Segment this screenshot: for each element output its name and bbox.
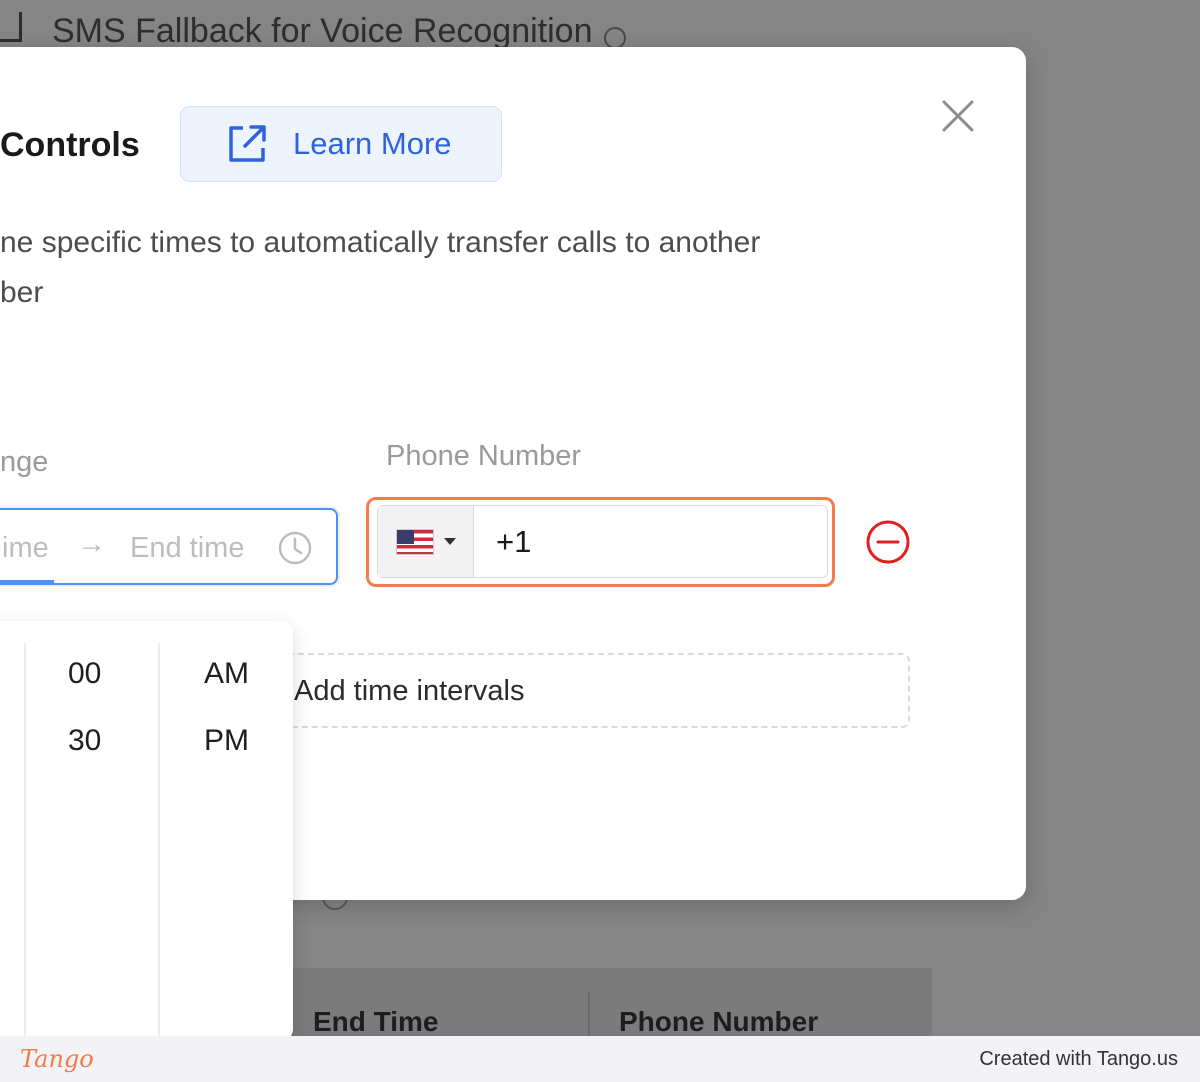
background-column-phone-number: Phone Number bbox=[619, 1006, 819, 1037]
close-icon bbox=[942, 100, 974, 132]
tango-footer: Tango Created with Tango.us bbox=[0, 1036, 1200, 1082]
phone-number-value[interactable]: +1 bbox=[474, 524, 531, 560]
external-link-icon bbox=[229, 125, 266, 162]
background-page-header: SMS Fallback for Voice Recognition bbox=[0, 11, 627, 51]
time-range-label: nge bbox=[0, 446, 49, 478]
info-icon bbox=[604, 26, 627, 49]
minute-option-00[interactable]: 00 bbox=[68, 657, 101, 691]
picker-column-divider bbox=[24, 643, 26, 1043]
learn-more-label: Learn More bbox=[293, 126, 452, 161]
add-time-intervals-label: Add time intervals bbox=[294, 675, 525, 707]
learn-more-button[interactable]: Learn More bbox=[180, 106, 502, 182]
add-time-intervals-button[interactable]: Add time intervals bbox=[240, 653, 910, 728]
country-code-select[interactable] bbox=[378, 506, 474, 577]
modal-description: ne specific times to automatically trans… bbox=[0, 218, 900, 318]
minute-option-30[interactable]: 30 bbox=[68, 724, 101, 758]
background-page-title: SMS Fallback for Voice Recognition bbox=[52, 12, 593, 50]
meridiem-option-am[interactable]: AM bbox=[204, 657, 249, 691]
end-time-placeholder[interactable]: End time bbox=[130, 532, 244, 565]
range-arrow-icon: → bbox=[77, 528, 106, 560]
tango-logo: Tango bbox=[20, 1045, 94, 1073]
phone-number-input[interactable]: +1 bbox=[377, 505, 828, 578]
description-text: ne specific times to automatically trans… bbox=[0, 226, 761, 309]
meridiem-option-pm[interactable]: PM bbox=[204, 724, 249, 758]
minus-circle-icon bbox=[866, 520, 910, 564]
start-time-placeholder[interactable]: ime bbox=[2, 532, 49, 565]
active-field-indicator bbox=[0, 580, 54, 583]
us-flag-icon bbox=[395, 528, 434, 555]
background-column-divider bbox=[588, 992, 590, 1038]
clock-icon bbox=[278, 531, 312, 565]
time-range-picker-input[interactable]: ime → End time bbox=[0, 508, 338, 585]
caret-down-icon bbox=[443, 538, 456, 545]
close-button[interactable] bbox=[938, 96, 978, 136]
page-icon bbox=[0, 11, 22, 42]
phone-number-label: Phone Number bbox=[386, 440, 582, 472]
picker-column-divider bbox=[158, 643, 160, 1043]
created-with-text: Created with Tango.us bbox=[979, 1047, 1178, 1070]
remove-interval-button[interactable] bbox=[865, 519, 911, 570]
background-column-end-time: End Time bbox=[313, 1006, 439, 1037]
time-picker-dropdown: 00 30 AM PM bbox=[0, 621, 293, 1043]
modal-title: Controls bbox=[0, 126, 140, 164]
